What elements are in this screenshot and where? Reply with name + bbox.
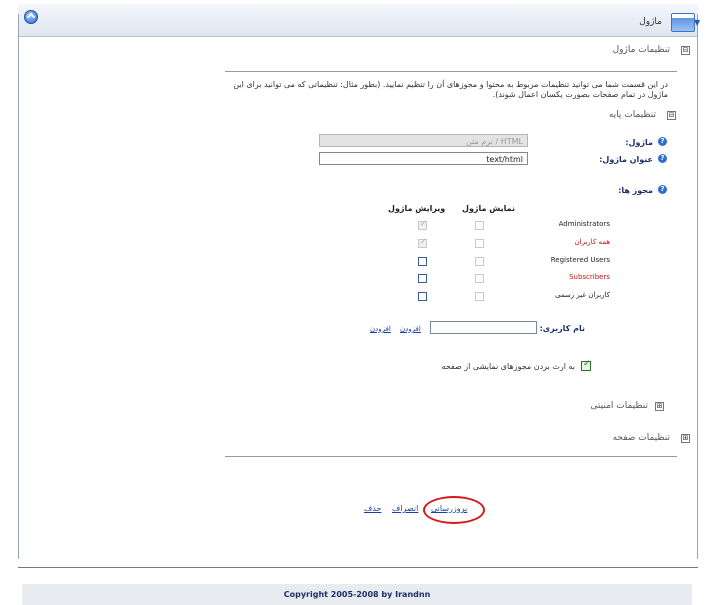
add-user-link[interactable]: افزودن xyxy=(400,325,421,333)
view-permission-checkbox[interactable] xyxy=(475,221,484,230)
role-label: Administrators xyxy=(558,220,610,228)
module-title-input[interactable]: text/html xyxy=(319,152,528,165)
module-label: ماژول: xyxy=(625,138,653,147)
edit-permission-checkbox[interactable] xyxy=(418,219,427,230)
annotation-circle xyxy=(423,496,485,524)
cancel-button[interactable]: انصراف xyxy=(392,504,418,513)
copyright-footer: Copyright 2005-2008 by Irandnn xyxy=(22,584,692,605)
view-permission-checkbox[interactable] xyxy=(475,292,484,301)
left-border xyxy=(18,14,19,559)
view-permission-checkbox[interactable] xyxy=(475,257,484,266)
right-border xyxy=(697,14,698,559)
role-label: همه کاربران xyxy=(574,238,610,246)
section-divider xyxy=(225,456,677,457)
collapse-toggle-icon[interactable]: ⊟ xyxy=(667,111,676,120)
edit-permission-checkbox[interactable] xyxy=(418,257,427,266)
module-title-bar xyxy=(18,4,698,37)
column-header-edit: ویرایش ماژول xyxy=(388,204,446,213)
role-label: Registered Users xyxy=(550,256,610,264)
help-icon[interactable]: ? xyxy=(658,185,667,194)
section-title-base-settings[interactable]: تنظیمات پایه xyxy=(609,110,656,120)
collapse-icon[interactable] xyxy=(24,10,38,24)
username-label: نام کاربری: xyxy=(539,324,585,333)
view-permission-checkbox[interactable] xyxy=(475,239,484,248)
section-description: در این قسمت شما می توانید تنظیمات مربوط … xyxy=(233,80,668,99)
help-icon[interactable]: ? xyxy=(658,154,667,163)
edit-permission-checkbox[interactable] xyxy=(418,237,427,248)
dropdown-arrow-icon[interactable]: ▼ xyxy=(694,18,700,27)
edit-permission-checkbox[interactable] xyxy=(418,274,427,283)
bottom-divider xyxy=(18,567,698,568)
section-title-security-settings[interactable]: تنظیمات امنیتی xyxy=(590,401,648,411)
role-label: Subscribers xyxy=(569,273,610,281)
permissions-label: مجوز ها: xyxy=(618,186,653,195)
expand-toggle-icon[interactable]: ⊞ xyxy=(655,402,664,411)
edit-permission-checkbox[interactable] xyxy=(418,292,427,301)
column-header-view: نمایش ماژول xyxy=(462,204,515,213)
section-divider xyxy=(225,71,677,72)
help-icon[interactable]: ? xyxy=(658,137,667,146)
section-title-page-settings[interactable]: تنظیمات صفحه xyxy=(613,433,670,443)
role-label: کاربران غیر رسمی xyxy=(555,291,610,299)
inherit-permissions-label: به ارث بردن مجوزهای نمایشی از صفحه xyxy=(441,362,575,371)
collapse-toggle-icon[interactable]: ⊟ xyxy=(681,46,690,55)
username-input[interactable] xyxy=(430,321,537,334)
expand-toggle-icon[interactable]: ⊞ xyxy=(681,434,690,443)
add-link[interactable]: افزودن xyxy=(370,325,391,333)
inherit-permissions-checkbox[interactable] xyxy=(581,359,591,371)
view-permission-checkbox[interactable] xyxy=(475,274,484,283)
delete-button[interactable]: حذف xyxy=(364,504,381,513)
section-title-module-settings[interactable]: تنظیمات ماژول xyxy=(613,45,670,55)
window-title: ماژول xyxy=(639,17,662,27)
module-type-field: نرم متن / HTML xyxy=(319,134,528,147)
module-title-label: عنوان ماژول: xyxy=(599,155,653,164)
module-icon[interactable] xyxy=(671,13,695,32)
